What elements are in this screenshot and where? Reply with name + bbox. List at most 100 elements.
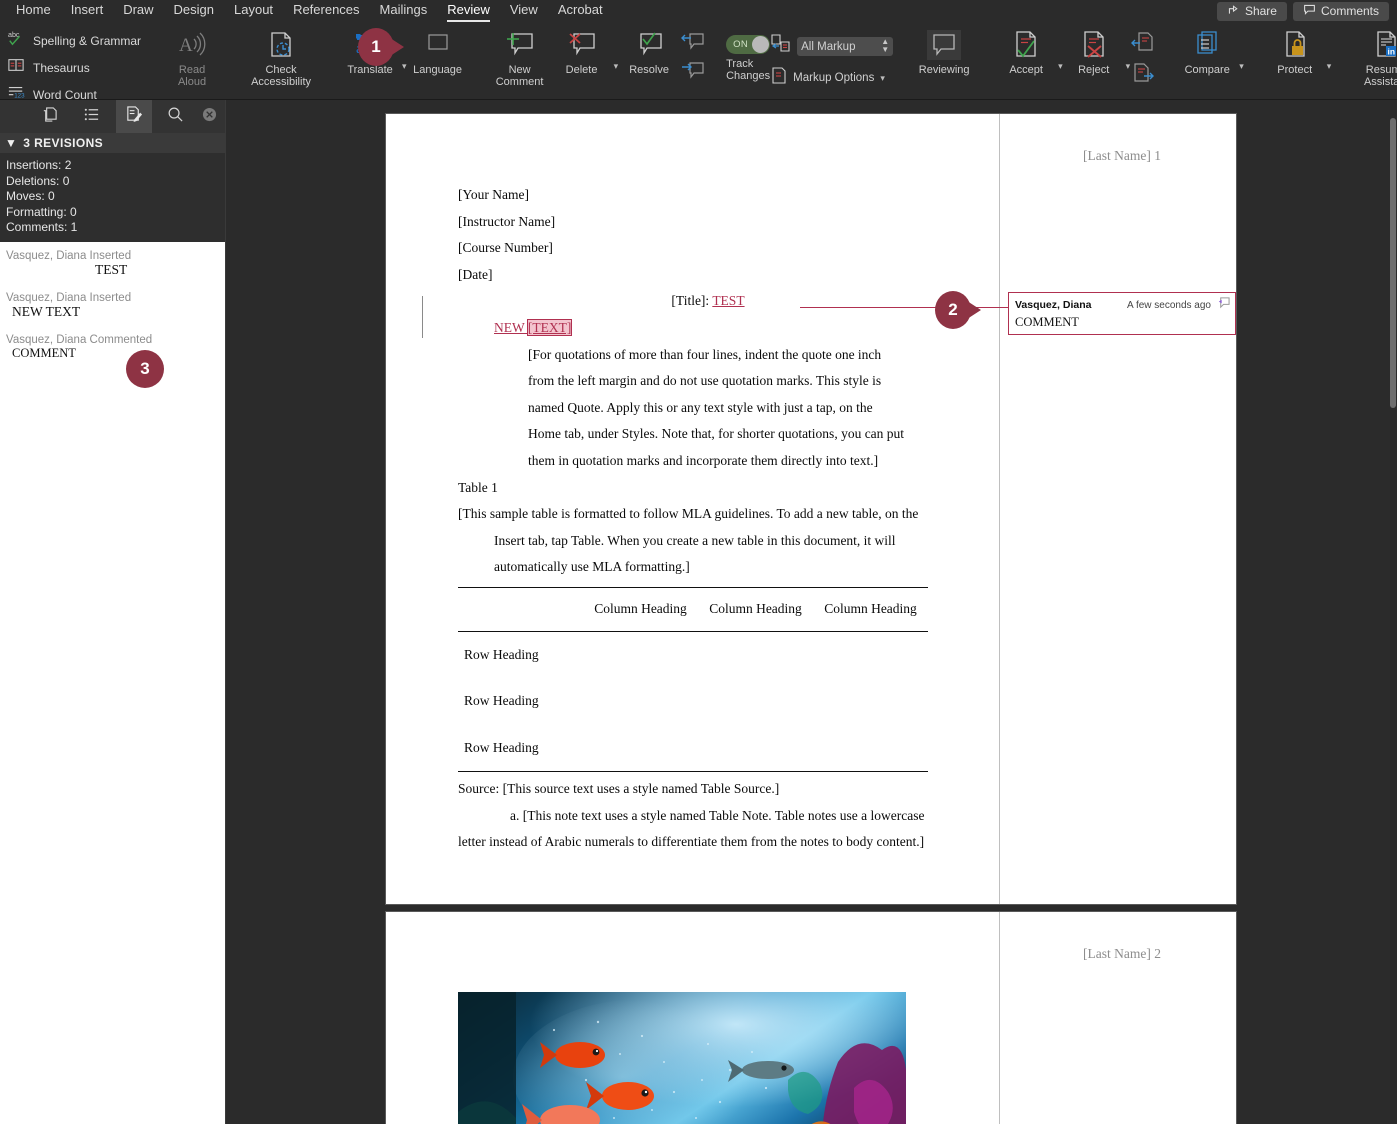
list-item[interactable]: Vasquez, Diana Commented COMMENT [0, 330, 225, 371]
stat-formatting: Formatting: 0 [6, 205, 225, 220]
list-item[interactable]: Vasquez, Diana Inserted TEST [0, 246, 225, 288]
previous-comment-icon[interactable] [680, 31, 706, 58]
tab-mailings[interactable]: Mailings [370, 0, 438, 22]
tab-references[interactable]: References [283, 0, 369, 22]
panel-tab-outline[interactable] [74, 100, 110, 133]
read-aloud-icon: A [177, 29, 207, 61]
next-comment-icon[interactable] [680, 60, 706, 87]
share-button[interactable]: Share [1217, 2, 1287, 21]
table-header-row: Column Heading Column Heading Column Hea… [458, 587, 928, 631]
document-page-2[interactable]: [Last Name] 2 [386, 912, 1236, 1124]
change-bar [422, 296, 423, 338]
list-item[interactable]: Vasquez, Diana Inserted NEW TEXT [0, 288, 225, 330]
protect-chevron-down-icon[interactable]: ▾ [1327, 49, 1332, 72]
document-page-1[interactable]: [Last Name] 1 [Your Name] [Instructor Na… [386, 114, 1236, 904]
tab-home[interactable]: Home [6, 0, 61, 22]
page-1-body[interactable]: [Your Name] [Instructor Name] [Course Nu… [458, 182, 948, 856]
comment-body: COMMENT [1015, 315, 1230, 330]
accept-button[interactable]: Accept [995, 25, 1057, 76]
markup-display-select[interactable]: All Markup ▲▼ [797, 37, 893, 56]
cell [813, 678, 928, 725]
ribbon-group-reviewing: Reviewing [906, 22, 982, 99]
markup-options-row[interactable]: Markup Options ▾ [770, 66, 893, 90]
language-label: Language [413, 64, 462, 76]
tab-design[interactable]: Design [164, 0, 224, 22]
new-text-comment-anchor[interactable]: [TEXT] [528, 320, 571, 335]
accept-label: Accept [1009, 64, 1043, 76]
tab-draw[interactable]: Draw [113, 0, 163, 22]
tab-layout[interactable]: Layout [224, 0, 283, 22]
revisions-list: Vasquez, Diana Inserted TEST Vasquez, Di… [0, 242, 225, 371]
tab-review[interactable]: Review [437, 0, 500, 22]
comment-card[interactable]: Vasquez, Diana A few seconds ago COMMENT [1008, 292, 1236, 335]
check-accessibility-button[interactable]: Check Accessibility [243, 25, 319, 88]
svg-text:123: 123 [14, 92, 25, 99]
ribbon-group-resume-assistant: in Resume Assistant [1344, 22, 1397, 99]
collapse-triangle-icon: ▼ [5, 136, 17, 150]
panel-tab-search[interactable] [158, 100, 194, 133]
panel-tab-strip [0, 100, 225, 133]
revisions-panel: ▼ 3 REVISIONS Insertions: 2 Deletions: 0… [0, 100, 226, 1124]
stat-moves: Moves: 0 [6, 189, 225, 204]
document-canvas[interactable]: [Last Name] 1 [Your Name] [Instructor Na… [226, 100, 1397, 1124]
cell [813, 631, 928, 678]
next-change-icon[interactable] [1130, 62, 1156, 91]
revision-author: Vasquez, Diana Commented [0, 334, 225, 346]
previous-change-icon[interactable] [1130, 31, 1156, 60]
tab-insert[interactable]: Insert [61, 0, 114, 22]
delete-label: Delete [566, 64, 598, 76]
accept-icon [1010, 29, 1042, 61]
protect-lock-icon [1279, 29, 1311, 61]
track-changes-label: Track Changes [726, 58, 770, 82]
reviewing-pane-button[interactable]: Reviewing [913, 25, 975, 76]
tab-view[interactable]: View [500, 0, 548, 22]
markup-options-label: Markup Options [793, 72, 874, 84]
new-text-plain: NEW [494, 320, 528, 335]
comment-pane-divider [999, 912, 1000, 1124]
resume-assistant-button[interactable]: in Resume Assistant [1351, 25, 1397, 88]
ribbon-group-speech: A Read Aloud [154, 22, 230, 99]
panel-tab-revisions[interactable] [116, 100, 152, 133]
coral-reef-photo[interactable] [458, 992, 906, 1124]
callout-badge-3: 3 [126, 350, 164, 388]
comment-card-header: Vasquez, Diana A few seconds ago [1015, 296, 1230, 314]
markup-options-chevron-down-icon[interactable]: ▾ [880, 73, 885, 84]
compare-chevron-down-icon[interactable]: ▾ [1239, 49, 1244, 72]
doc-table-source: Source: [This source text uses a style n… [458, 776, 948, 803]
track-changes-toggle[interactable]: ON [726, 35, 770, 54]
reject-button[interactable]: Reject [1063, 25, 1125, 76]
new-comment-icon [504, 29, 536, 61]
tab-acrobat[interactable]: Acrobat [548, 0, 613, 22]
markup-display-row: All Markup ▲▼ [770, 34, 893, 59]
doc-table-caption: Table 1 [458, 475, 948, 502]
language-button[interactable]: Language [407, 25, 469, 76]
reply-icon[interactable] [1217, 296, 1230, 314]
share-label: Share [1245, 4, 1277, 18]
markup-display-value: All Markup [801, 41, 855, 53]
comment-bubble-icon [1303, 3, 1316, 19]
panel-tab-thumbnails[interactable] [32, 100, 68, 133]
scrollbar-thumb[interactable] [1390, 118, 1396, 408]
resolve-comment-button[interactable]: Resolve [618, 25, 680, 76]
thesaurus-label: Thesaurus [33, 61, 90, 75]
delete-comment-icon [566, 29, 598, 61]
ribbon-group-proofing: abc Spelling & Grammar [0, 22, 148, 99]
delete-comment-button[interactable]: Delete [551, 25, 613, 76]
new-comment-label: New Comment [496, 64, 544, 88]
spelling-grammar-button[interactable]: abc Spelling & Grammar [7, 30, 141, 51]
comments-button[interactable]: Comments [1293, 2, 1389, 21]
table-header-blank [458, 587, 583, 631]
vertical-scrollbar[interactable] [1389, 100, 1397, 1124]
compare-button[interactable]: Compare [1176, 25, 1238, 76]
new-comment-button[interactable]: New Comment [489, 25, 551, 88]
panel-close-button[interactable] [202, 107, 217, 127]
row-heading: Row Heading [458, 631, 583, 678]
thesaurus-button[interactable]: Thesaurus [7, 57, 141, 78]
markup-controls: All Markup ▲▼ Markup Options ▾ [770, 25, 893, 90]
protect-button[interactable]: Protect [1264, 25, 1326, 76]
read-aloud-button[interactable]: A Read Aloud [161, 25, 223, 88]
cell [583, 678, 698, 725]
callout-badge-1: 1 [358, 28, 404, 66]
svg-text:in: in [1388, 47, 1396, 57]
revisions-header[interactable]: ▼ 3 REVISIONS [0, 133, 225, 153]
